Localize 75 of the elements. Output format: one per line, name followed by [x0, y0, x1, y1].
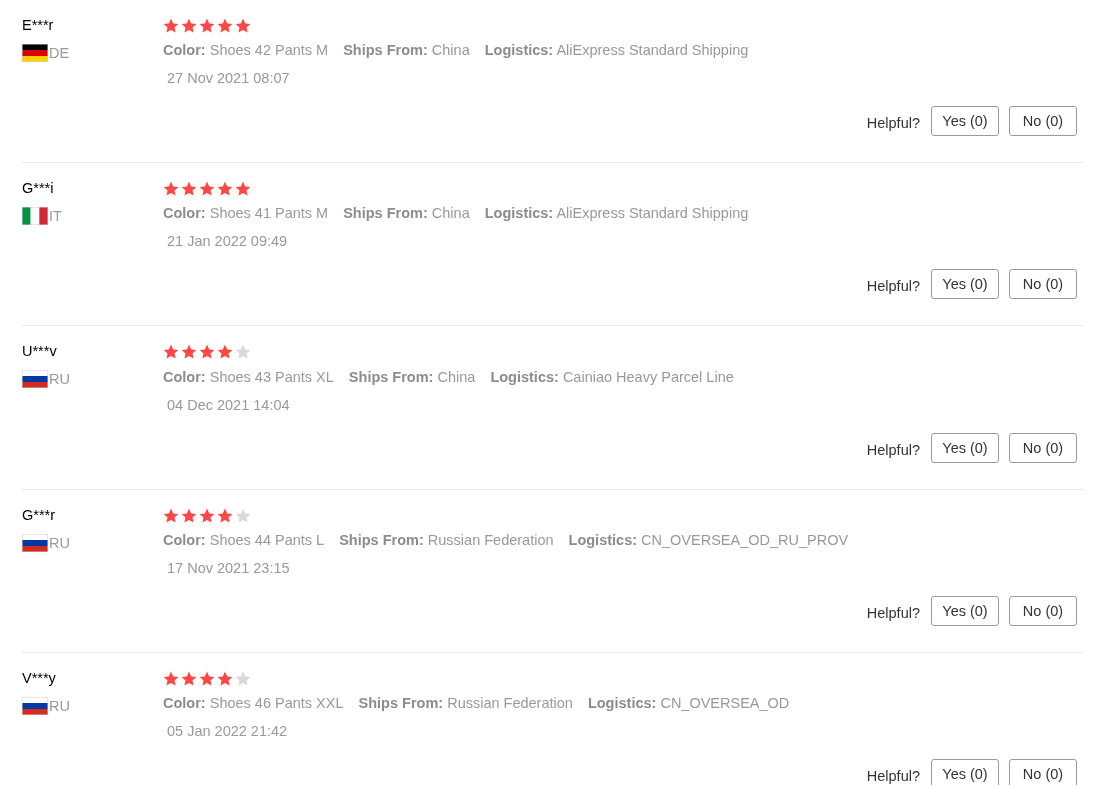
review-date: 05 Jan 2022 21:42	[167, 721, 288, 741]
yes-button[interactable]: Yes (0)	[931, 106, 999, 137]
review-attribute: Logistics: AliExpress Standard Shipping	[484, 41, 749, 61]
star-icon	[217, 18, 233, 34]
review-attribute: Logistics: CN_OVERSEA_OD	[587, 693, 790, 713]
no-button[interactable]: No (0)	[1009, 106, 1077, 137]
star-icon	[235, 18, 251, 34]
star-icon	[181, 181, 197, 197]
yes-button[interactable]: Yes (0)	[931, 269, 999, 300]
user-name: U***v	[22, 342, 57, 362]
review-attribute: Color: Shoes 46 Pants XXL	[163, 693, 344, 713]
star-icon	[217, 507, 233, 523]
review-attribute: Color: Shoes 41 Pants M	[163, 204, 329, 224]
review-date: 21 Jan 2022 09:49	[167, 232, 288, 252]
user-name: V***y	[22, 668, 56, 688]
review-date: 04 Dec 2021 14:04	[167, 395, 290, 415]
star-icon	[199, 181, 215, 197]
star-icon	[235, 344, 251, 360]
helpful-label: Helpful?	[866, 115, 920, 132]
user-name: G***i	[22, 179, 54, 199]
no-button[interactable]: No (0)	[1009, 269, 1077, 300]
flag-icon	[22, 533, 48, 552]
star-icon	[181, 670, 197, 686]
star-icon	[235, 181, 251, 197]
no-button[interactable]: No (0)	[1009, 758, 1077, 785]
flag-icon	[22, 696, 48, 715]
star-icon	[163, 507, 179, 523]
country-code: RU	[49, 533, 70, 552]
star-icon	[181, 344, 197, 360]
star-icon	[199, 18, 215, 34]
country-code: DE	[49, 44, 70, 62]
star-icon	[163, 181, 179, 197]
helpful-label: Helpful?	[866, 767, 920, 784]
country-code: RU	[49, 696, 70, 715]
star-icon	[199, 344, 215, 360]
yes-button[interactable]: Yes (0)	[931, 595, 999, 626]
country-code: IT	[49, 207, 62, 226]
review-attribute: Ships From: China	[348, 367, 476, 387]
no-button[interactable]: No (0)	[1009, 595, 1077, 626]
review-date: 27 Nov 2021 08:07	[167, 69, 290, 89]
review-attribute: Ships From: Russian Federation	[358, 693, 573, 713]
helpful-label: Helpful?	[866, 604, 920, 621]
flag-icon	[22, 370, 48, 389]
star-icon	[163, 18, 179, 34]
star-icon	[235, 507, 251, 523]
review-date: 17 Nov 2021 23:15	[167, 558, 290, 578]
flag-icon	[22, 44, 48, 62]
helpful-label: Helpful?	[866, 278, 920, 295]
yes-button[interactable]: Yes (0)	[931, 758, 999, 785]
helpful-label: Helpful?	[866, 441, 920, 458]
review-attribute: Ships From: China	[343, 41, 470, 61]
review-attribute: Logistics: Cainiao Heavy Parcel Line	[490, 367, 734, 387]
review-attribute: Ships From: China	[343, 204, 470, 224]
star-icon	[163, 344, 179, 360]
country-code: RU	[49, 370, 70, 389]
star-icon	[235, 670, 251, 686]
star-icon	[199, 507, 215, 523]
star-icon	[163, 670, 179, 686]
review-attribute: Color: Shoes 43 Pants XL	[163, 367, 334, 387]
no-button[interactable]: No (0)	[1009, 432, 1077, 463]
user-name: G***r	[22, 505, 56, 525]
review-attribute: Color: Shoes 44 Pants L	[163, 530, 325, 550]
star-icon	[217, 181, 233, 197]
star-icon	[181, 18, 197, 34]
review-attribute: Color: Shoes 42 Pants M	[163, 41, 329, 61]
star-icon	[217, 344, 233, 360]
star-icon	[199, 670, 215, 686]
review-attribute: Logistics: AliExpress Standard Shipping	[484, 204, 749, 224]
user-name: E***r	[22, 16, 54, 35]
flag-icon	[22, 207, 48, 226]
star-icon	[217, 670, 233, 686]
review-attribute: Ships From: Russian Federation	[339, 530, 554, 550]
yes-button[interactable]: Yes (0)	[931, 432, 999, 463]
star-icon	[181, 507, 197, 523]
review-attribute: Logistics: CN_OVERSEA_OD_RU_PROV	[568, 530, 849, 550]
